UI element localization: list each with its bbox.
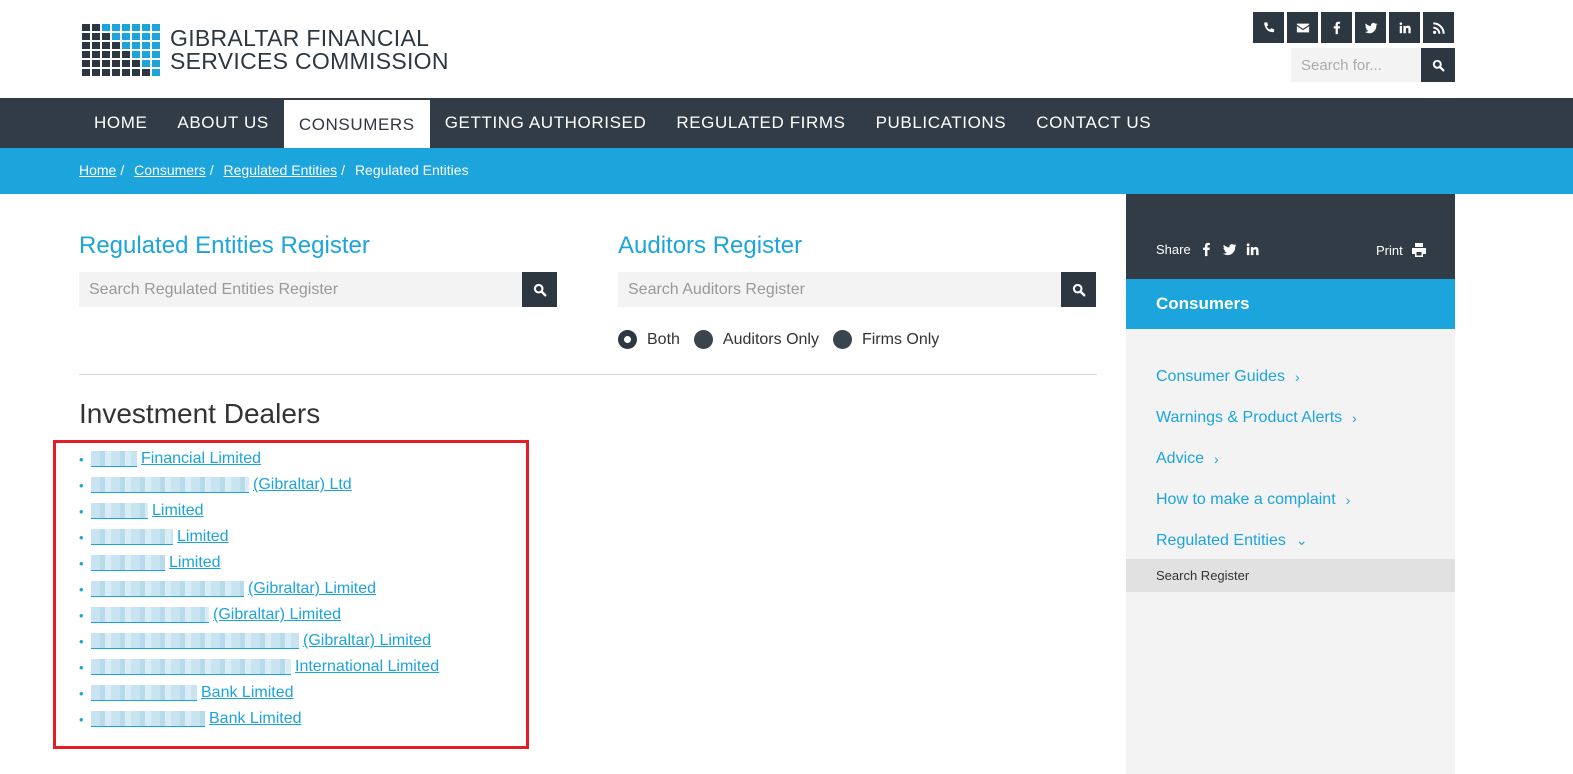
- sidebar-item-consumer-guides[interactable]: Consumer Guides ›: [1156, 356, 1357, 397]
- auditors-register-title: Auditors Register: [618, 232, 803, 259]
- logo-text: GIBRALTAR FINANCIAL SERVICES COMMISSION: [170, 25, 449, 74]
- regulated-register-input[interactable]: [79, 272, 522, 307]
- site-search-button[interactable]: [1421, 48, 1455, 82]
- chevron-right-icon: ›: [1214, 450, 1219, 467]
- envelope-icon[interactable]: [1287, 12, 1318, 43]
- logo-mark: [82, 24, 160, 76]
- share-group: Share: [1156, 242, 1260, 257]
- breadcrumb: Home / Consumers / Regulated Entities / Reg…: [0, 148, 1573, 194]
- radio-both-dot[interactable]: [618, 330, 637, 349]
- radio-auditors-only-dot[interactable]: [693, 330, 713, 349]
- nav-getting-authorised[interactable]: GETTING AUTHORISED: [430, 98, 662, 148]
- sidebar-item-regulated-entities[interactable]: Regulated Entities ⌄: [1156, 520, 1357, 561]
- site-logo[interactable]: GIBRALTAR FINANCIAL SERVICES COMMISSION: [82, 24, 449, 76]
- register-filter: Both Auditors Only Firms Only: [618, 330, 953, 349]
- print-button[interactable]: Print: [1376, 242, 1427, 258]
- linkedin-icon[interactable]: [1245, 242, 1260, 257]
- sidebar-menu: Consumer Guides › Warnings & Product Aler…: [1156, 356, 1357, 561]
- nav-publications[interactable]: PUBLICATIONS: [861, 98, 1022, 148]
- auditors-register-search-button[interactable]: [1061, 272, 1096, 307]
- linkedin-icon[interactable]: [1389, 12, 1420, 43]
- chevron-right-icon: ›: [1352, 409, 1357, 426]
- breadcrumb-regulated-entities[interactable]: Regulated Entities: [224, 162, 338, 178]
- facebook-icon[interactable]: [1321, 12, 1352, 43]
- site-search: [1291, 48, 1455, 82]
- breadcrumb-current: Regulated Entities: [354, 162, 469, 178]
- sidebar-heading: Consumers: [1126, 279, 1455, 329]
- nav-home[interactable]: HOME: [79, 98, 162, 148]
- breadcrumb-consumers[interactable]: Consumers: [134, 162, 206, 178]
- section-divider: [79, 374, 1097, 375]
- sidebar-item-warnings[interactable]: Warnings & Product Alerts ›: [1156, 397, 1357, 438]
- radio-both[interactable]: Both: [618, 330, 680, 349]
- regulated-register-search: [79, 272, 557, 307]
- twitter-icon[interactable]: [1222, 242, 1237, 257]
- search-icon: [1072, 283, 1085, 296]
- regulated-register-title: Regulated Entities Register: [79, 232, 370, 259]
- nav-regulated-firms[interactable]: REGULATED FIRMS: [661, 98, 860, 148]
- social-links: [1253, 12, 1454, 43]
- highlight-annotation: [53, 440, 529, 749]
- sidebar-subitem-search-register[interactable]: Search Register: [1126, 559, 1455, 592]
- radio-firms-only-dot[interactable]: [832, 330, 852, 349]
- nav-contact-us[interactable]: CONTACT US: [1021, 98, 1166, 148]
- nav-consumers[interactable]: CONSUMERS: [283, 100, 430, 149]
- nav-about-us[interactable]: ABOUT US: [162, 98, 283, 148]
- chevron-right-icon: ›: [1294, 368, 1300, 385]
- main-nav: HOME ABOUT US CONSUMERS GETTING AUTHORIS…: [0, 98, 1573, 149]
- investment-dealers-title: Investment Dealers: [79, 398, 321, 429]
- rss-icon[interactable]: [1423, 12, 1454, 43]
- chevron-down-icon: ⌄: [1295, 532, 1308, 548]
- auditors-register-input[interactable]: [618, 272, 1061, 307]
- sidebar: Share Print Consumers Consumer Guides › W…: [1126, 194, 1455, 774]
- site-search-input[interactable]: [1291, 48, 1421, 82]
- sidebar-item-advice[interactable]: Advice ›: [1156, 438, 1357, 479]
- share-bar: Share Print: [1126, 194, 1455, 279]
- radio-firms-only[interactable]: Firms Only: [832, 330, 939, 349]
- regulated-register-search-button[interactable]: [522, 272, 557, 307]
- print-icon: [1411, 243, 1426, 257]
- search-icon: [1432, 59, 1445, 72]
- twitter-icon[interactable]: [1355, 12, 1386, 43]
- phone-icon[interactable]: [1253, 12, 1284, 43]
- breadcrumb-home[interactable]: Home: [79, 162, 116, 178]
- site-header: GIBRALTAR FINANCIAL SERVICES COMMISSION: [0, 0, 1573, 98]
- auditors-register-search: [618, 272, 1096, 307]
- radio-auditors-only[interactable]: Auditors Only: [693, 330, 819, 349]
- sidebar-item-complaint[interactable]: How to make a complaint ›: [1156, 479, 1357, 520]
- facebook-icon[interactable]: [1199, 242, 1214, 257]
- chevron-right-icon: ›: [1345, 491, 1351, 508]
- search-icon: [533, 283, 546, 296]
